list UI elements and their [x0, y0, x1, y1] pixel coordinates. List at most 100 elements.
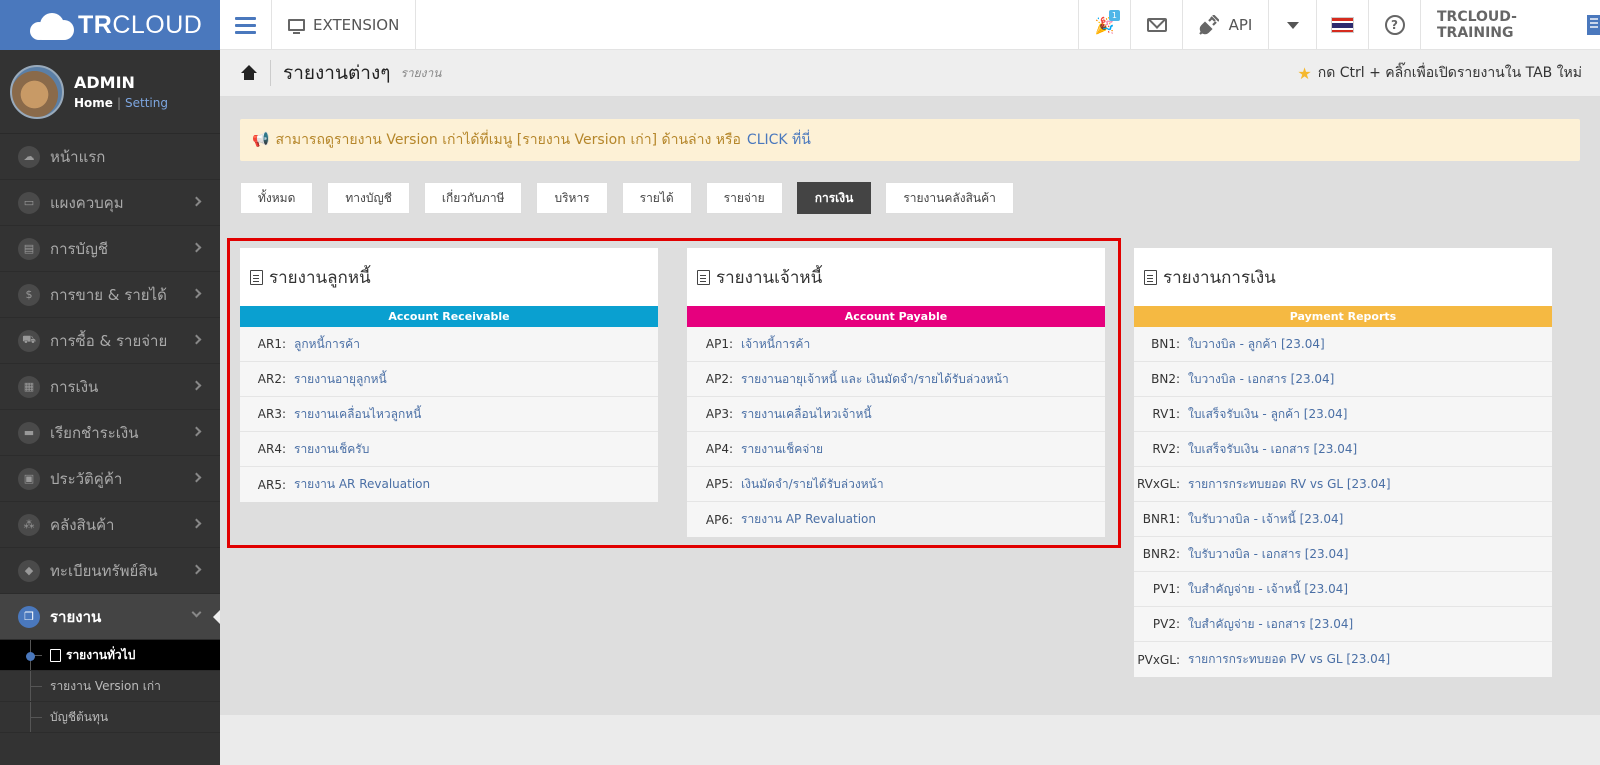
extension-button[interactable]: EXTENSION [272, 0, 417, 50]
sidebar-item-label: รายงาน [50, 607, 102, 626]
document-icon [697, 269, 710, 285]
menu-toggle-button[interactable] [220, 0, 272, 50]
report-link[interactable]: รายการกระทบยอด RV vs GL [23.04] [1188, 475, 1391, 494]
boxes-icon: ⁂ [18, 513, 40, 536]
report-row[interactable]: AR5: รายงาน AR Revaluation [240, 467, 658, 502]
sidebar-item-10[interactable]: ◆ ทะเบียนทรัพย์สิน [0, 548, 220, 594]
report-row[interactable]: AR3: รายงานเคลื่อนไหวลูกหนี้ [240, 397, 658, 432]
report-row[interactable]: BN1: ใบวางบิล - ลูกค้า [23.04] [1134, 327, 1552, 362]
sidebar-item-8[interactable]: ▣ ประวัติคู่ค้า [0, 456, 220, 502]
chevron-right-icon [191, 518, 202, 529]
report-link[interactable]: ใบรับวางบิล - เอกสาร [23.04] [1188, 545, 1348, 564]
report-row[interactable]: RV2: ใบเสร็จรับเงิน - เอกสาร [23.04] [1134, 432, 1552, 467]
tab-3[interactable]: เกี่ยวกับภาษี [423, 182, 523, 214]
language-selector[interactable] [1316, 0, 1368, 50]
chevron-right-icon [191, 472, 202, 483]
report-code: PVxGL: [1137, 652, 1180, 667]
tab-4[interactable]: บริหาร [536, 182, 608, 214]
report-row[interactable]: AP1: เจ้าหนี้การค้า [687, 327, 1105, 362]
tab-6[interactable]: รายจ่าย [705, 182, 783, 214]
report-link[interactable]: ใบสำคัญจ่าย - เจ้าหนี้ [23.04] [1188, 580, 1348, 599]
panel-header: Account Receivable [240, 306, 658, 327]
report-link[interactable]: เจ้าหนี้การค้า [741, 335, 810, 354]
report-row[interactable]: RVxGL: รายการกระทบยอด RV vs GL [23.04] [1134, 467, 1552, 502]
home-link[interactable]: Home [74, 96, 113, 110]
chevron-right-icon [191, 607, 202, 618]
report-link[interactable]: รายงานเคลื่อนไหวลูกหนี้ [294, 405, 421, 424]
sidebar-item-9[interactable]: ⁂ คลังสินค้า [0, 502, 220, 548]
top-bar: TRCLOUD EXTENSION 🎉 1 API ? TRCLOUD-TRAI… [0, 0, 1600, 50]
tab-7[interactable]: การเงิน [796, 182, 872, 214]
report-link[interactable]: รายงานเคลื่อนไหวเจ้าหนี้ [741, 405, 872, 424]
report-link[interactable]: รายงานเช็คจ่าย [741, 440, 823, 459]
document-icon [1144, 269, 1157, 285]
sidebar-item-7[interactable]: ▬ เรียกชำระเงิน [0, 410, 220, 456]
report-row[interactable]: PVxGL: รายการกระทบยอด PV vs GL [23.04] [1134, 642, 1552, 677]
star-icon: ★ [1297, 63, 1312, 83]
report-code: AR3: [257, 407, 286, 421]
api-dropdown-button[interactable] [1268, 0, 1316, 50]
tab-1[interactable]: ทั้งหมด [240, 182, 314, 214]
card-icon: ▬ [18, 421, 40, 444]
report-row[interactable]: AP6: รายงาน AP Revaluation [687, 502, 1105, 537]
report-row[interactable]: AP5: เงินมัดจำ/รายได้รับล่วงหน้า [687, 467, 1105, 502]
report-link[interactable]: รายงานอายุลูกหนี้ [294, 370, 387, 389]
sidebar-subitem-1[interactable]: รายงานทั่วไป [0, 640, 220, 671]
report-link[interactable]: ใบวางบิล - ลูกค้า [23.04] [1188, 335, 1325, 354]
panel-title: รายงานการเงิน [1134, 248, 1552, 306]
report-row[interactable]: PV2: ใบสำคัญจ่าย - เอกสาร [23.04] [1134, 607, 1552, 642]
avatar[interactable] [10, 64, 64, 119]
sidebar-item-3[interactable]: ▤ การบัญชี [0, 226, 220, 272]
report-row[interactable]: PV1: ใบสำคัญจ่าย - เจ้าหนี้ [23.04] [1134, 572, 1552, 607]
report-link[interactable]: รายงานเช็ครับ [294, 440, 369, 459]
report-link[interactable]: รายงาน AR Revaluation [294, 475, 430, 494]
panel-header: Account Payable [687, 306, 1105, 327]
report-link[interactable]: ใบสำคัญจ่าย - เอกสาร [23.04] [1188, 615, 1353, 634]
report-link[interactable]: ใบเสร็จรับเงิน - ลูกค้า [23.04] [1188, 405, 1347, 424]
report-link[interactable]: รายงาน AP Revaluation [741, 510, 876, 529]
sidebar-item-11[interactable]: ❐ รายงาน [0, 594, 221, 640]
announcements-button[interactable]: 🎉 1 [1078, 0, 1130, 50]
sidebar-subitem-3[interactable]: บัญชีต้นทุน [0, 702, 220, 733]
report-row[interactable]: AP4: รายงานเช็คจ่าย [687, 432, 1105, 467]
sidebar-item-label: คลังสินค้า [50, 515, 115, 534]
report-link[interactable]: ลูกหนี้การค้า [294, 335, 360, 354]
report-row[interactable]: RV1: ใบเสร็จรับเงิน - ลูกค้า [23.04] [1134, 397, 1552, 432]
document-icon [50, 648, 61, 662]
report-row[interactable]: BNR2: ใบรับวางบิล - เอกสาร [23.04] [1134, 537, 1552, 572]
company-selector[interactable]: TRCLOUD-TRAINING [1420, 0, 1600, 50]
report-link[interactable]: ใบเสร็จรับเงิน - เอกสาร [23.04] [1188, 440, 1357, 459]
tab-5[interactable]: รายได้ [621, 182, 692, 214]
report-row[interactable]: BN2: ใบวางบิล - เอกสาร [23.04] [1134, 362, 1552, 397]
report-row[interactable]: BNR1: ใบรับวางบิล - เจ้าหนี้ [23.04] [1134, 502, 1552, 537]
report-code: RVxGL: [1136, 477, 1180, 491]
report-code: BNR2: [1142, 547, 1180, 561]
sidebar-item-5[interactable]: ⛟ การซื้อ & รายจ่าย [0, 318, 220, 364]
help-button[interactable]: ? [1368, 0, 1420, 50]
setting-link[interactable]: Setting [125, 96, 168, 110]
report-row[interactable]: AP3: รายงานเคลื่อนไหวเจ้าหนี้ [687, 397, 1105, 432]
report-panel-1: รายงานลูกหนี้ Account Receivable AR1: ลู… [240, 248, 658, 502]
api-button[interactable]: API [1182, 0, 1268, 50]
sidebar-item-label: การซื้อ & รายจ่าย [50, 331, 168, 350]
report-link[interactable]: รายการกระทบยอด PV vs GL [23.04] [1188, 650, 1390, 669]
messages-button[interactable] [1130, 0, 1182, 50]
sidebar-item-2[interactable]: ▭ แผงควบคุม [0, 180, 220, 226]
sidebar-item-4[interactable]: $ การขาย & รายได้ [0, 272, 220, 318]
report-row[interactable]: AR2: รายงานอายุลูกหนี้ [240, 362, 658, 397]
sidebar-item-1[interactable]: ☁ หน้าแรก [0, 134, 220, 180]
tab-2[interactable]: ทางบัญชี [327, 182, 410, 214]
report-row[interactable]: AP2: รายงานอายุเจ้าหนี้ และ เงินมัดจำ/รา… [687, 362, 1105, 397]
report-link[interactable]: เงินมัดจำ/รายได้รับล่วงหน้า [741, 475, 884, 494]
report-row[interactable]: AR1: ลูกหนี้การค้า [240, 327, 658, 362]
sidebar-subitem-2[interactable]: รายงาน Version เก่า [0, 671, 220, 702]
sidebar-item-6[interactable]: ▦ การเงิน [0, 364, 220, 410]
report-link[interactable]: ใบวางบิล - เอกสาร [23.04] [1188, 370, 1334, 389]
report-link[interactable]: รายงานอายุเจ้าหนี้ และ เงินมัดจำ/รายได้ร… [741, 370, 1009, 389]
report-row[interactable]: AR4: รายงานเช็ครับ [240, 432, 658, 467]
brand-logo[interactable]: TRCLOUD [0, 0, 220, 50]
report-link[interactable]: ใบรับวางบิล - เจ้าหนี้ [23.04] [1188, 510, 1343, 529]
home-icon[interactable] [240, 65, 258, 81]
tab-8[interactable]: รายงานคลังสินค้า [885, 182, 1014, 214]
notice-click-link[interactable]: CLICK ที่นี่ [747, 129, 811, 151]
